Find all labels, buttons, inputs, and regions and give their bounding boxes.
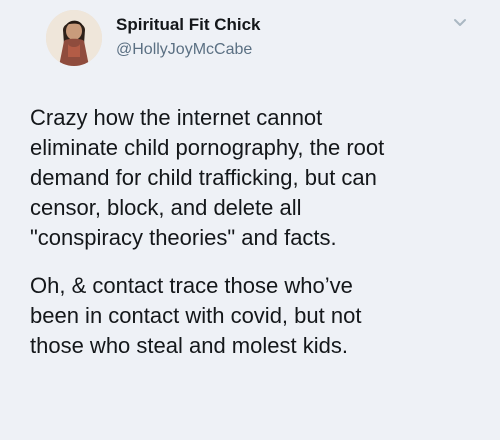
tweet-body: Crazy how the internet cannot eliminate … [30, 103, 490, 361]
author-names: Spiritual Fit Chick @HollyJoyMcCabe [116, 14, 261, 60]
tweet-line: demand for child trafficking, but can [30, 165, 377, 190]
tweet-paragraph-2: Oh, & contact trace those who’ve been in… [30, 271, 490, 361]
display-name[interactable]: Spiritual Fit Chick [116, 14, 261, 35]
chevron-down-glyph [454, 19, 466, 26]
tweet-line: Oh, & contact trace those who’ve [30, 273, 353, 298]
avatar[interactable] [46, 10, 102, 66]
tweet-line: eliminate child pornography, the root [30, 135, 385, 160]
chevron-down-icon[interactable] [453, 16, 467, 30]
tweet-card: Spiritual Fit Chick @HollyJoyMcCabe Craz… [0, 0, 500, 440]
profile-photo-icon [46, 10, 102, 66]
tweet-line: "conspiracy theories" and facts. [30, 225, 337, 250]
tweet-line: censor, block, and delete all [30, 195, 302, 220]
tweet-line: Crazy how the internet cannot [30, 105, 323, 130]
tweet-line: been in contact with covid, but not [30, 303, 362, 328]
tweet-line: those who steal and molest kids. [30, 333, 348, 358]
user-handle[interactable]: @HollyJoyMcCabe [116, 39, 261, 60]
tweet-header: Spiritual Fit Chick @HollyJoyMcCabe [46, 8, 486, 74]
tweet-paragraph-1: Crazy how the internet cannot eliminate … [30, 103, 490, 253]
